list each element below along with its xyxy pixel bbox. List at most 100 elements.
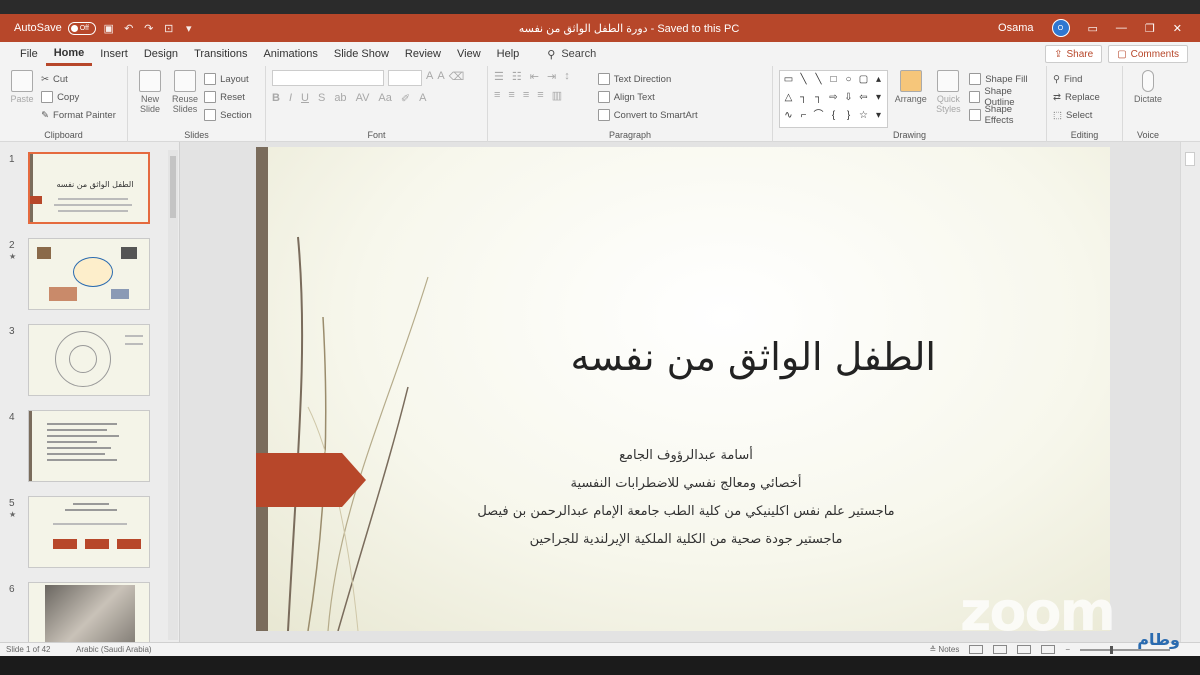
tab-animations[interactable]: Animations <box>255 42 325 66</box>
tab-file[interactable]: File <box>12 42 46 66</box>
brace-right-shape-icon[interactable]: } <box>842 109 855 122</box>
save-icon[interactable]: ▣ <box>102 21 116 35</box>
indent-decrease-icon[interactable]: ⇤ <box>530 70 539 83</box>
elbow2-shape-icon[interactable]: ┐ <box>812 91 825 104</box>
italic-icon[interactable]: I <box>289 92 292 105</box>
share-button[interactable]: ⇪ Share <box>1045 45 1103 63</box>
comments-button[interactable]: ▢ Comments <box>1108 45 1188 63</box>
change-case-icon[interactable]: Aa <box>378 92 391 105</box>
slide-thumbnail[interactable]: 3 <box>0 324 170 398</box>
arrow-down-shape-icon[interactable]: ⇩ <box>842 91 855 104</box>
tab-slide-show[interactable]: Slide Show <box>326 42 397 66</box>
align-text-button[interactable]: Align Text <box>597 88 698 106</box>
redo-icon[interactable]: ↷ <box>142 21 156 35</box>
align-right-icon[interactable]: ≡ <box>523 89 529 102</box>
arrow-right-shape-icon[interactable]: ⇨ <box>827 91 840 104</box>
slideshow-icon[interactable] <box>1041 645 1056 654</box>
normal-view-icon[interactable] <box>969 645 984 654</box>
minimize-icon[interactable]: — <box>1116 22 1127 34</box>
tab-review[interactable]: Review <box>397 42 449 66</box>
scrollbar-thumb[interactable] <box>170 156 176 218</box>
curve-shape-icon[interactable]: ∿ <box>782 109 795 122</box>
tab-design[interactable]: Design <box>136 42 186 66</box>
triangle-shape-icon[interactable]: △ <box>782 91 795 104</box>
quick-styles-button[interactable]: Quick Styles <box>933 70 963 128</box>
shapes-gallery[interactable]: ▭ ╲ ╲ □ ○ ▢ ▴ △ ┐ ┐ ⇨ ⇩ ⇦ ▾ ∿ ⌐ ⌒{} ☆ ▾ <box>779 70 888 128</box>
tab-home[interactable]: Home <box>45 42 93 66</box>
zoom-out-icon[interactable]: − <box>1065 645 1070 654</box>
layout-button[interactable]: Layout <box>204 70 252 88</box>
line2-shape-icon[interactable]: ╲ <box>812 73 825 86</box>
clear-format-icon[interactable]: ⌫ <box>449 70 465 86</box>
increase-font-icon[interactable]: A <box>426 70 433 86</box>
star-shape-icon[interactable]: ☆ <box>857 109 870 122</box>
cut-button[interactable]: ✂ Cut <box>41 70 116 88</box>
brace-left-shape-icon[interactable]: { <box>827 109 840 122</box>
bullets-icon[interactable]: ☰ <box>494 70 504 83</box>
font-name-field[interactable] <box>272 70 384 86</box>
reset-button[interactable]: Reset <box>204 88 252 106</box>
more-shapes-icon[interactable]: ▴ <box>872 73 885 86</box>
scrollbar-thumb[interactable] <box>1185 152 1195 166</box>
slide-thumbnail[interactable]: 1 الطفل الواثق من نفسه <box>0 152 170 226</box>
line-spacing-icon[interactable]: ↕ <box>564 70 570 83</box>
slide-subtitle[interactable]: أسامة عبدالرؤوف الجامع أخصائي ومعالج نفس… <box>406 442 966 554</box>
convert-smartart-button[interactable]: Convert to SmartArt <box>597 106 698 124</box>
spacing-icon[interactable]: AV <box>356 92 370 105</box>
font-size-field[interactable] <box>388 70 422 86</box>
decrease-font-icon[interactable]: A <box>437 70 444 86</box>
reuse-slides-button[interactable]: Reuse Slides <box>169 70 201 114</box>
freeform-shape-icon[interactable]: ⌒ <box>812 109 825 122</box>
font-color-icon[interactable]: A <box>419 92 426 105</box>
textbox-shape-icon[interactable]: ▭ <box>782 73 795 86</box>
slide-sorter-icon[interactable] <box>993 645 1008 654</box>
expand-shapes-icon[interactable]: ▾ <box>872 109 885 122</box>
oval-shape-icon[interactable]: ○ <box>842 73 855 86</box>
search-box[interactable]: ⚲ Search <box>547 48 596 61</box>
replace-button[interactable]: ⇄ Replace <box>1053 88 1116 106</box>
align-center-icon[interactable]: ≡ <box>508 89 514 102</box>
roundrect-shape-icon[interactable]: ▢ <box>857 73 870 86</box>
find-button[interactable]: ⚲ Find <box>1053 70 1116 88</box>
ribbon-display-icon[interactable]: ▭ <box>1088 22 1098 35</box>
slide-thumbnail[interactable]: 5 ★ <box>0 496 170 570</box>
section-button[interactable]: Section <box>204 106 252 124</box>
language-indicator[interactable]: Arabic (Saudi Arabia) <box>76 645 276 654</box>
thumbnail-scrollbar[interactable] <box>168 150 178 640</box>
reading-view-icon[interactable] <box>1017 645 1032 654</box>
slide-title[interactable]: الطفل الواثق من نفسه <box>456 335 937 379</box>
copy-button[interactable]: Copy <box>41 88 116 106</box>
present-icon[interactable]: ⊡ <box>162 21 176 35</box>
line-shape-icon[interactable]: ╲ <box>797 73 810 86</box>
notes-button[interactable]: ≙ Notes <box>929 645 959 654</box>
text-direction-button[interactable]: Text Direction <box>597 70 698 88</box>
customize-qat-icon[interactable]: ▾ <box>182 21 196 35</box>
arrow-left-shape-icon[interactable]: ⇦ <box>857 91 870 104</box>
close-icon[interactable]: ✕ <box>1173 22 1182 35</box>
tab-transitions[interactable]: Transitions <box>186 42 255 66</box>
align-left-icon[interactable]: ≡ <box>494 89 500 102</box>
columns-icon[interactable]: ▥ <box>552 89 562 102</box>
strikethrough-icon[interactable]: S <box>318 92 325 105</box>
justify-icon[interactable]: ≡ <box>537 89 543 102</box>
select-button[interactable]: ⬚ Select <box>1053 106 1116 124</box>
numbering-icon[interactable]: ☷ <box>512 70 522 83</box>
elbow-shape-icon[interactable]: ┐ <box>797 91 810 104</box>
shadow-icon[interactable]: ab <box>334 92 346 105</box>
scroll-down-icon[interactable]: ▾ <box>872 91 885 104</box>
slide-thumbnail[interactable]: 6 <box>0 582 170 642</box>
arrange-button[interactable]: Arrange <box>894 70 927 128</box>
underline-icon[interactable]: U <box>301 92 309 105</box>
undo-icon[interactable]: ↶ <box>122 21 136 35</box>
dictate-button[interactable]: Dictate <box>1129 70 1167 104</box>
restore-icon[interactable]: ❐ <box>1145 22 1155 35</box>
slide-1[interactable]: الطفل الواثق من نفسه أسامة عبدالرؤوف الج… <box>256 147 1110 631</box>
tab-insert[interactable]: Insert <box>92 42 136 66</box>
autosave-toggle[interactable]: Off <box>67 21 96 35</box>
tab-view[interactable]: View <box>449 42 489 66</box>
bracket-shape-icon[interactable]: ⌐ <box>797 109 810 122</box>
format-painter-button[interactable]: ✎ Format Painter <box>41 106 116 124</box>
bold-icon[interactable]: B <box>272 92 280 105</box>
user-name[interactable]: Osama <box>998 22 1033 34</box>
slide-thumbnail[interactable]: 4 <box>0 410 170 484</box>
